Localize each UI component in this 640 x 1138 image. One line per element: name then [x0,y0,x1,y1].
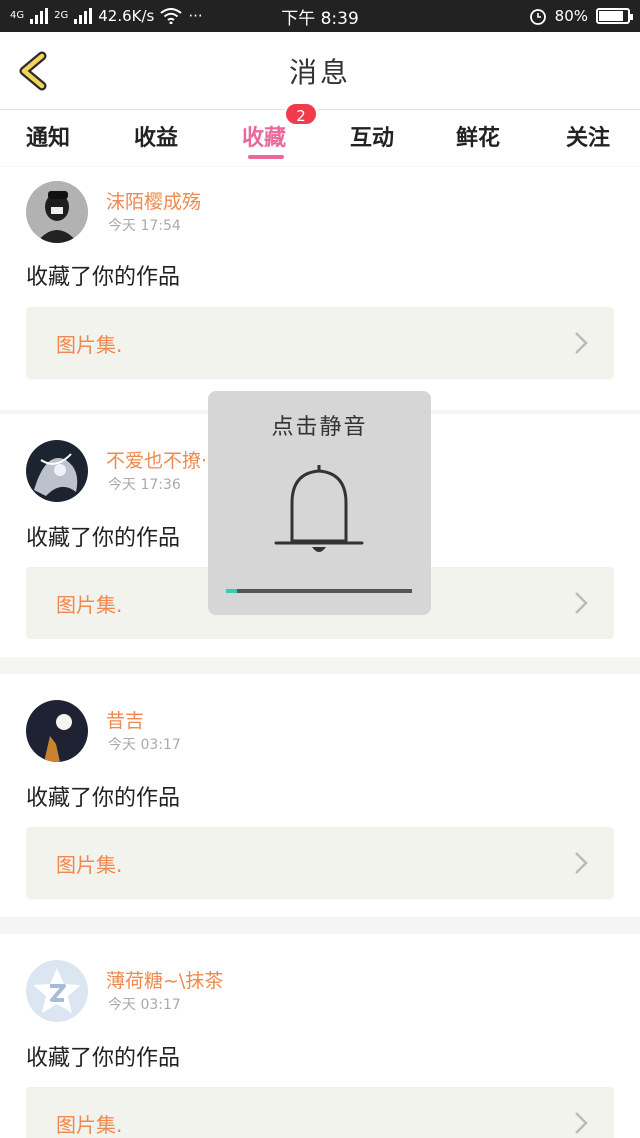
chevron-right-icon [575,1112,588,1134]
more-indicator: ··· [188,7,203,25]
chevron-right-icon [575,852,588,874]
network-4g-label: 4G [10,10,25,21]
avatar[interactable] [26,440,88,502]
tab-interactions[interactable]: 互动 [350,120,394,152]
volume-level [226,589,238,593]
bell-icon[interactable] [272,461,366,561]
network-2g-label: 2G [54,10,69,21]
timestamp: 今天 03:17 [108,997,181,1013]
active-tab-indicator [248,155,284,159]
action-text: 收藏了你的作品 [26,526,181,551]
action-text: 收藏了你的作品 [26,1046,181,1071]
tab-flowers[interactable]: 鲜花 [456,120,500,152]
avatar[interactable] [26,181,88,243]
action-text: 收藏了你的作品 [26,265,181,290]
timestamp: 今天 17:36 [108,477,181,493]
mute-overlay[interactable]: 点击静音 [208,391,431,615]
work-title: 图片集. [56,1113,123,1137]
tab-earnings[interactable]: 收益 [134,120,178,152]
wifi-icon [160,8,182,24]
work-link[interactable]: 图片集. [26,827,614,899]
tab-favorites[interactable]: 收藏 [242,120,286,152]
list-item: 沫陌樱成殇 今天 17:54 收藏了你的作品 图片集. [0,167,640,410]
timestamp: 今天 03:17 [108,737,181,753]
tab-notifications[interactable]: 通知 [26,120,70,152]
header: 消息 [0,32,640,110]
chevron-right-icon [575,592,588,614]
avatar[interactable] [26,960,88,1022]
network-speed: 42.6K/s [98,7,155,25]
work-title: 图片集. [56,333,123,357]
list-item: 薄荷糖~\抹茶 今天 03:17 收藏了你的作品 图片集. [0,934,640,1138]
battery-icon [596,8,633,24]
favorites-badge: 2 [284,102,318,126]
username[interactable]: 沫陌樱成殇 [106,187,201,214]
status-right: 80% [390,7,633,25]
page-title: 消息 [288,55,351,89]
work-title: 图片集. [56,593,123,617]
chevron-right-icon [575,332,588,354]
alarm-icon [529,9,546,25]
work-link[interactable]: 图片集. [26,1087,614,1138]
tab-following[interactable]: 关注 [566,120,610,152]
username[interactable]: 昔吉 [106,706,144,733]
status-bar: 4G 2G 42.6K/s ··· 下午 8:39 80% [0,0,640,32]
back-button[interactable] [14,50,56,92]
battery-percent: 80% [554,7,588,25]
status-left: 4G 2G 42.6K/s ··· [10,7,250,25]
avatar[interactable] [26,700,88,762]
action-text: 收藏了你的作品 [26,786,181,811]
signal-icon [30,8,49,24]
status-time: 下午 8:39 [281,8,359,29]
volume-slider[interactable] [226,589,412,593]
tab-bar: 通知 收益 收藏 互动 鲜花 关注 [0,110,640,166]
username[interactable]: 薄荷糖~\抹茶 [106,966,223,993]
work-link[interactable]: 图片集. [26,307,614,379]
mute-title[interactable]: 点击静音 [208,409,431,441]
list-item: 昔吉 今天 03:17 收藏了你的作品 图片集. [0,674,640,917]
timestamp: 今天 17:54 [108,218,181,234]
work-title: 图片集. [56,853,123,877]
signal-icon [74,8,93,24]
